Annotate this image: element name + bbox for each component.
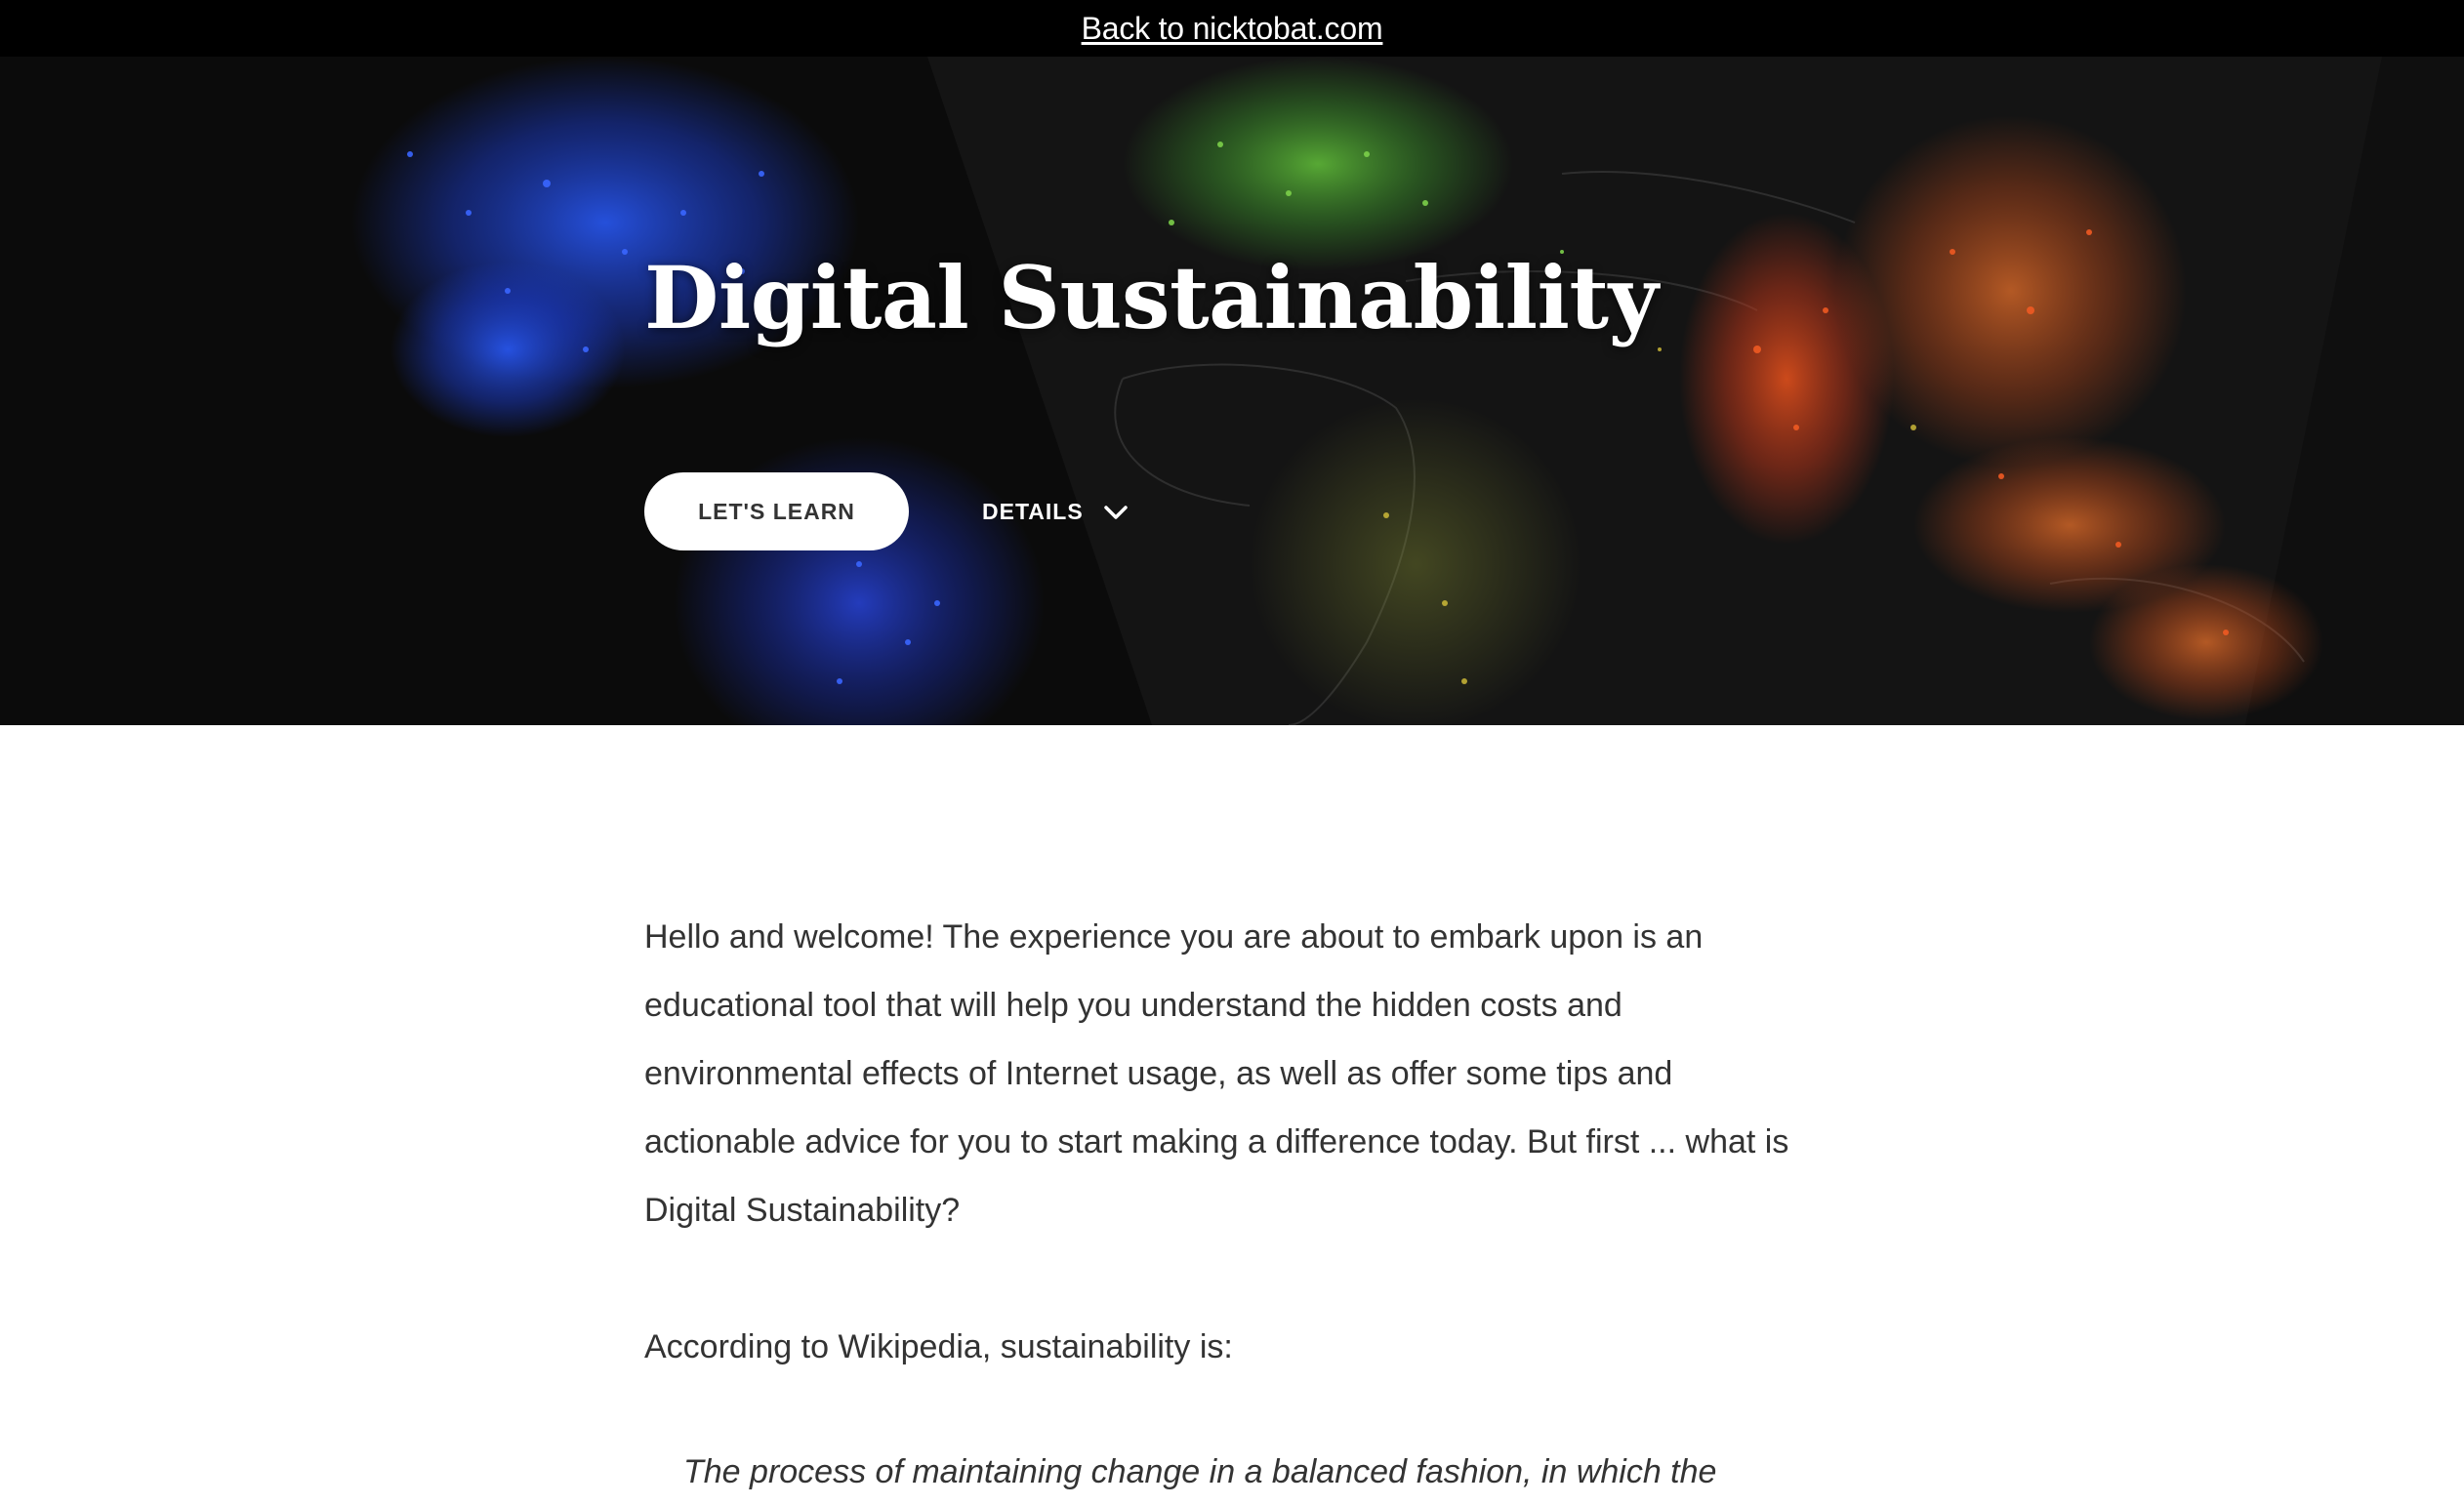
details-button[interactable]: DETAILS — [982, 472, 1129, 550]
wikipedia-quote: The process of maintaining change in a b… — [683, 1453, 1717, 1490]
wikipedia-intro: According to Wikipedia, sustainability i… — [644, 1328, 1233, 1365]
lets-learn-button[interactable]: LET'S LEARN — [644, 472, 909, 550]
details-label: DETAILS — [982, 498, 1084, 524]
hero-banner: Digital Sustainability LET'S LEARN DETAI… — [0, 57, 2464, 725]
intro-paragraph: Hello and welcome! The experience you ar… — [644, 918, 1789, 1229]
chevron-down-icon — [1103, 504, 1129, 521]
main-content: Hello and welcome! The experience you ar… — [644, 903, 1855, 1506]
world-map-image — [0, 57, 2464, 725]
top-bar: Back to nicktobat.com — [0, 0, 2464, 57]
page-title: Digital Sustainability — [644, 247, 1659, 348]
back-link[interactable]: Back to nicktobat.com — [1082, 11, 1383, 47]
